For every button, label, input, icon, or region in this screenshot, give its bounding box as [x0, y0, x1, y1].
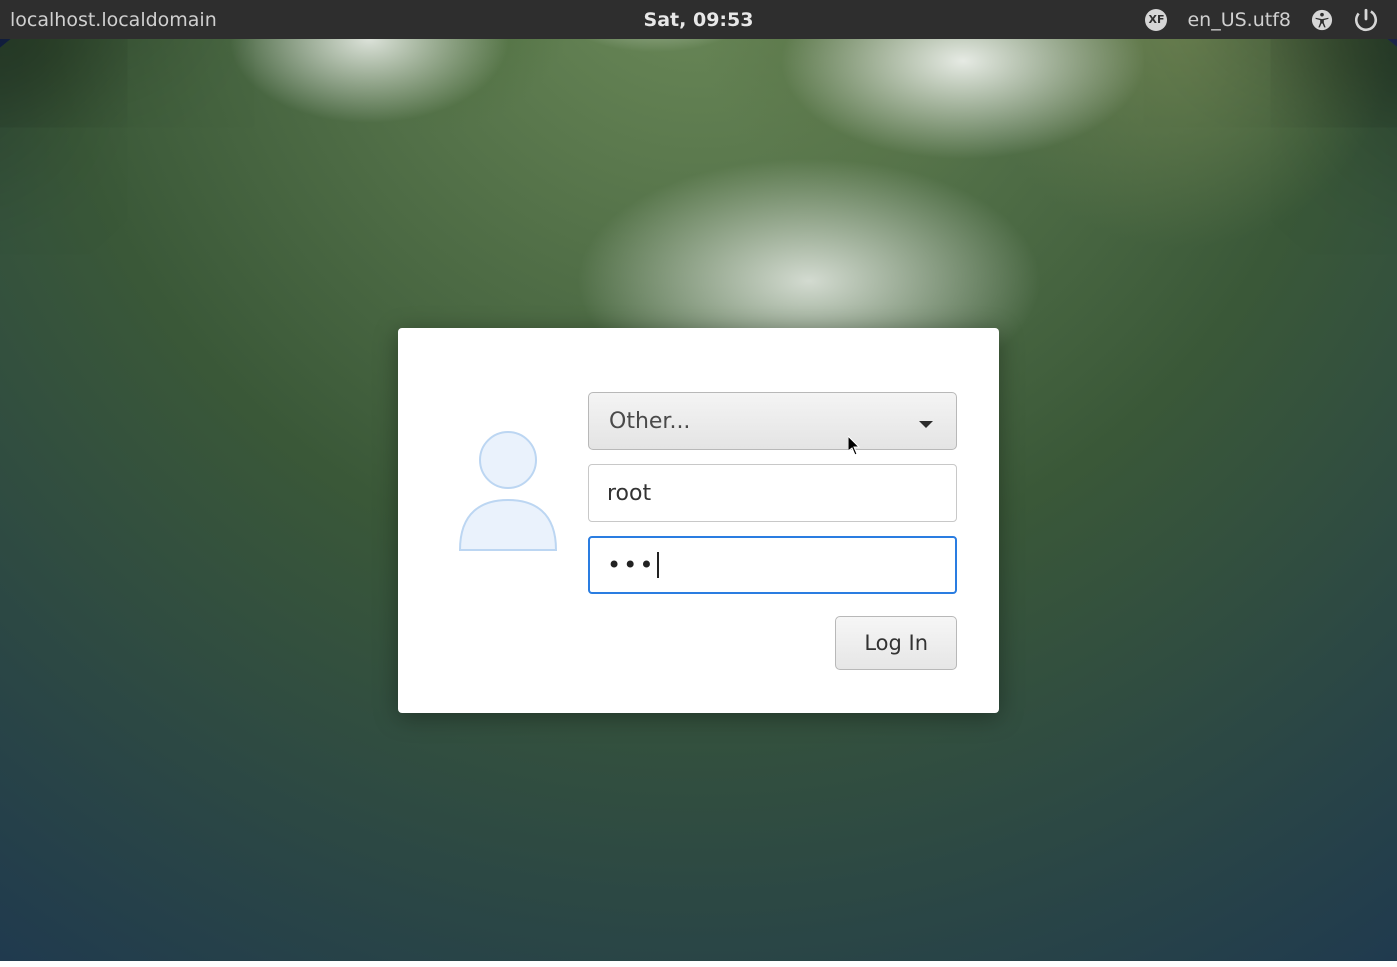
avatar-column [428, 392, 588, 671]
text-caret [657, 552, 659, 578]
power-icon[interactable] [1353, 7, 1379, 33]
password-input[interactable]: ••• [588, 536, 957, 594]
username-value: root [607, 481, 651, 506]
user-selector-label: Other... [609, 409, 690, 434]
xf-indicator-label: XF [1145, 9, 1167, 31]
top-panel: localhost.localdomain Sat, 09:53 XF en_U… [0, 0, 1397, 39]
login-panel: Other... root ••• Log In [398, 328, 999, 713]
hostname-label: localhost.localdomain [0, 9, 217, 31]
password-value: ••• [607, 551, 655, 579]
locale-indicator[interactable]: en_US.utf8 [1187, 9, 1291, 31]
login-button[interactable]: Log In [835, 616, 957, 670]
chevron-down-icon [918, 411, 934, 436]
panel-right-group: XF en_US.utf8 [1145, 7, 1397, 33]
xf-indicator-icon[interactable]: XF [1145, 9, 1167, 31]
login-form: Other... root ••• Log In [588, 392, 957, 671]
bottom-strip [0, 961, 1397, 967]
login-button-label: Log In [864, 631, 928, 655]
user-avatar-icon [448, 422, 568, 556]
accessibility-icon[interactable] [1311, 9, 1333, 31]
user-selector-dropdown[interactable]: Other... [588, 392, 957, 450]
login-button-row: Log In [588, 616, 957, 670]
username-input[interactable]: root [588, 464, 957, 522]
clock: Sat, 09:53 [644, 9, 754, 31]
